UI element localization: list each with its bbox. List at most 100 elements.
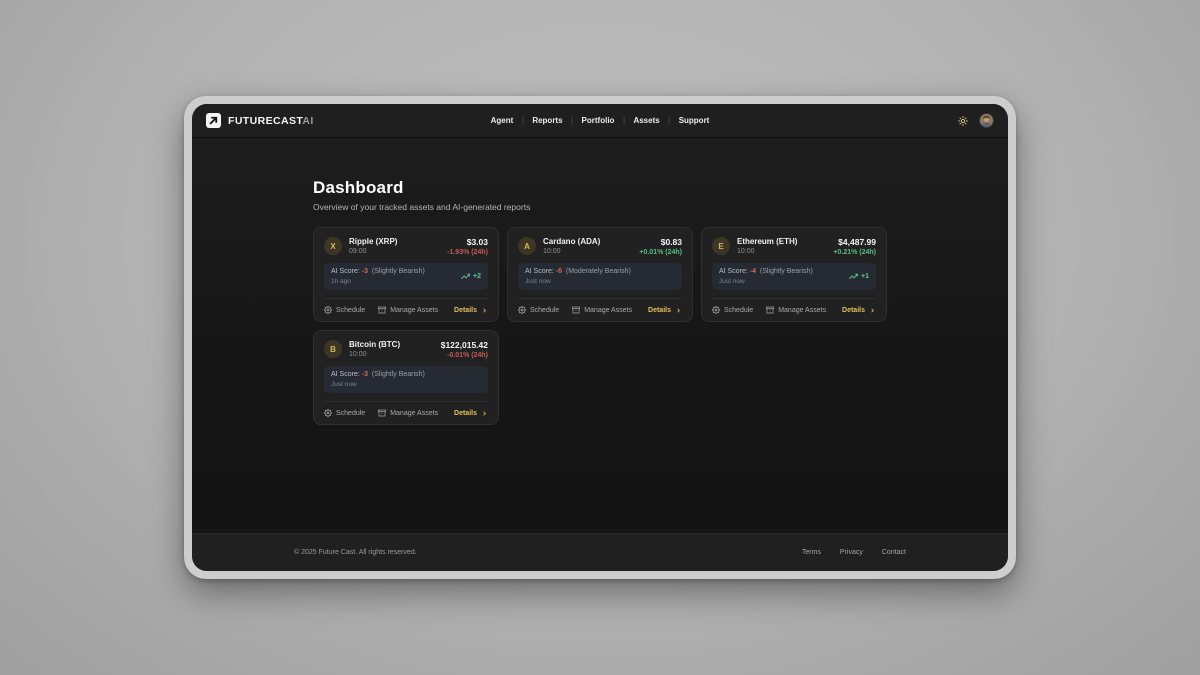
coin-icon: A xyxy=(518,237,536,255)
brand-name: FUTURECASTAI xyxy=(228,115,314,127)
coin-change: -1.93% (24h) xyxy=(447,249,488,256)
copyright-text: © 2025 Future Cast. All rights reserved. xyxy=(294,549,417,556)
ai-score-updated: 1h ago xyxy=(331,278,425,285)
asset-card-cardano: A Cardano (ADA) 10:00 $0.83 +0.01% (24h) xyxy=(507,227,693,322)
ai-score-label: AI Score: xyxy=(331,268,360,275)
ai-score-panel: AI Score: -4 (Slightly Bearish) Just now… xyxy=(712,263,876,290)
ai-score-panel: AI Score: -6 (Moderately Bearish) Just n… xyxy=(518,263,682,290)
manage-assets-button[interactable]: Manage Assets xyxy=(766,306,826,314)
ai-score-updated: Just now xyxy=(719,278,813,285)
asset-card-grid: X Ripple (XRP) 09:00 $3.03 -1.93% (24h) xyxy=(313,227,887,425)
coin-change: -0.01% (24h) xyxy=(441,352,488,359)
nav-separator xyxy=(623,116,624,125)
coin-time: 10:00 xyxy=(543,248,600,255)
theme-toggle-sun-icon[interactable] xyxy=(957,115,968,126)
schedule-button[interactable]: Schedule xyxy=(712,306,753,314)
schedule-button[interactable]: Schedule xyxy=(324,306,365,314)
ai-score-panel: AI Score: -3 (Slightly Bearish) 1h ago +… xyxy=(324,263,488,290)
asset-card-bitcoin: B Bitcoin (BTC) 10:00 $122,015.42 -0.01%… xyxy=(313,330,499,425)
nav-item-support[interactable]: Support xyxy=(679,116,710,125)
coin-name: Cardano (ADA) xyxy=(543,237,600,246)
coin-name: Bitcoin (BTC) xyxy=(349,340,400,349)
coin-time: 10:00 xyxy=(349,351,400,358)
nav-item-portfolio[interactable]: Portfolio xyxy=(582,116,615,125)
ai-score-label: AI Score: xyxy=(525,268,554,275)
footer-links: Terms Privacy Contact xyxy=(802,549,906,556)
gear-icon xyxy=(518,306,526,314)
user-avatar[interactable] xyxy=(979,113,994,128)
ai-score-label: AI Score: xyxy=(719,268,748,275)
ai-score-value: -3 xyxy=(362,268,368,275)
coin-icon: B xyxy=(324,340,342,358)
ai-score-value: -4 xyxy=(750,268,756,275)
page-subtitle: Overview of your tracked assets and AI-g… xyxy=(313,202,887,212)
nav-separator xyxy=(669,116,670,125)
page-footer: © 2025 Future Cast. All rights reserved.… xyxy=(192,533,1008,571)
manage-assets-button[interactable]: Manage Assets xyxy=(572,306,632,314)
nav-item-agent[interactable]: Agent xyxy=(491,116,514,125)
ai-score-updated: Just now xyxy=(525,278,631,285)
nav-item-assets[interactable]: Assets xyxy=(633,116,659,125)
schedule-button[interactable]: Schedule xyxy=(324,409,365,417)
footer-link-contact[interactable]: Contact xyxy=(882,549,906,556)
ai-score-panel: AI Score: -3 (Slightly Bearish) Just now xyxy=(324,366,488,393)
header-right xyxy=(957,113,994,128)
asset-card-ethereum: E Ethereum (ETH) 10:00 $4,487.99 +0.21% … xyxy=(701,227,887,322)
top-navbar: FUTURECASTAI Agent Reports Portfolio Ass… xyxy=(192,104,1008,138)
coin-change: +0.01% (24h) xyxy=(639,249,682,256)
chevron-right-icon xyxy=(481,410,488,417)
asset-card-ripple: X Ripple (XRP) 09:00 $3.03 -1.93% (24h) xyxy=(313,227,499,322)
manage-assets-button[interactable]: Manage Assets xyxy=(378,306,438,314)
ai-score-desc: (Moderately Bearish) xyxy=(566,268,631,275)
archive-box-icon xyxy=(766,306,774,314)
archive-box-icon xyxy=(378,409,386,417)
coin-icon: X xyxy=(324,237,342,255)
details-button[interactable]: Details xyxy=(842,307,876,314)
coin-price: $122,015.42 xyxy=(441,340,488,350)
ai-score-label: AI Score: xyxy=(331,371,360,378)
brand-logo[interactable]: FUTURECASTAI xyxy=(206,113,314,128)
schedule-button[interactable]: Schedule xyxy=(518,306,559,314)
app-root: FUTURECASTAI Agent Reports Portfolio Ass… xyxy=(192,104,1008,571)
coin-price: $3.03 xyxy=(447,237,488,247)
gear-icon xyxy=(324,409,332,417)
browser-window-frame: FUTURECASTAI Agent Reports Portfolio Ass… xyxy=(184,96,1016,579)
ai-score-value: -6 xyxy=(556,268,562,275)
archive-box-icon xyxy=(378,306,386,314)
nav-item-reports[interactable]: Reports xyxy=(532,116,562,125)
nav-separator xyxy=(572,116,573,125)
chevron-right-icon xyxy=(675,307,682,314)
trend-badge: +1 xyxy=(849,272,869,281)
coin-time: 10:00 xyxy=(737,248,797,255)
trending-up-icon xyxy=(849,272,858,281)
details-button[interactable]: Details xyxy=(454,307,488,314)
footer-link-terms[interactable]: Terms xyxy=(802,549,821,556)
trending-up-icon xyxy=(461,272,470,281)
coin-price: $4,487.99 xyxy=(833,237,876,247)
ai-score-desc: (Slightly Bearish) xyxy=(760,268,813,275)
ai-score-value: -3 xyxy=(362,371,368,378)
chevron-right-icon xyxy=(481,307,488,314)
gear-icon xyxy=(712,306,720,314)
gear-icon xyxy=(324,306,332,314)
coin-name: Ethereum (ETH) xyxy=(737,237,797,246)
main-nav: Agent Reports Portfolio Assets Support xyxy=(491,104,710,137)
details-button[interactable]: Details xyxy=(454,410,488,417)
coin-change: +0.21% (24h) xyxy=(833,249,876,256)
manage-assets-button[interactable]: Manage Assets xyxy=(378,409,438,417)
main-content: Dashboard Overview of your tracked asset… xyxy=(192,138,1008,533)
footer-link-privacy[interactable]: Privacy xyxy=(840,549,863,556)
coin-icon: E xyxy=(712,237,730,255)
archive-box-icon xyxy=(572,306,580,314)
nav-separator xyxy=(522,116,523,125)
trend-badge: +2 xyxy=(461,272,481,281)
details-button[interactable]: Details xyxy=(648,307,682,314)
ai-score-desc: (Slightly Bearish) xyxy=(372,268,425,275)
page-title: Dashboard xyxy=(313,178,887,198)
coin-price: $0.83 xyxy=(639,237,682,247)
coin-time: 09:00 xyxy=(349,248,397,255)
chevron-right-icon xyxy=(869,307,876,314)
brand-logo-icon xyxy=(206,113,221,128)
ai-score-desc: (Slightly Bearish) xyxy=(372,371,425,378)
ai-score-updated: Just now xyxy=(331,381,425,388)
